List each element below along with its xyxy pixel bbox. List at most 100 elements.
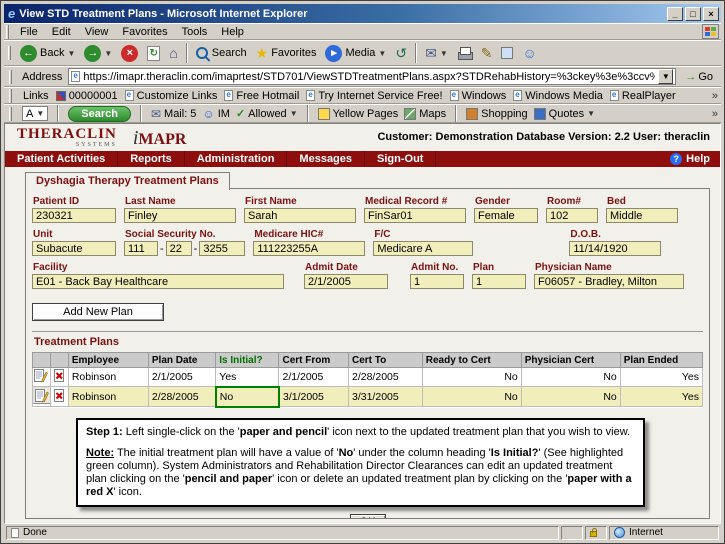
address-input[interactable]: https://imapr.theraclin.com/imaprtest/ST… — [68, 68, 676, 85]
maps-button[interactable]: Maps — [404, 108, 446, 120]
menu-edit[interactable]: Edit — [45, 25, 78, 39]
edit-plan-cell[interactable] — [33, 387, 51, 407]
col-ready-to-cert: Ready to Cert — [422, 353, 521, 368]
discuss-button[interactable] — [497, 45, 517, 61]
companion-overflow-icon[interactable]: » — [712, 108, 718, 120]
shopping-button[interactable]: Shopping — [466, 108, 528, 120]
back-label: Back — [40, 47, 64, 59]
maps-label: Maps — [419, 108, 446, 120]
home-icon: ⌂ — [169, 46, 177, 60]
link-item[interactable]: 00000001 — [56, 90, 118, 102]
links-overflow-icon[interactable]: » — [712, 90, 718, 102]
link-item[interactable]: Windows Media — [513, 90, 603, 102]
col-cert-from: Cert From — [279, 353, 349, 368]
toolbar-grip[interactable] — [9, 107, 12, 121]
address-label: Address — [20, 71, 64, 83]
home-button[interactable]: ⌂ — [165, 44, 181, 62]
col-cert-to: Cert To — [349, 353, 423, 368]
companion-mail-label: Mail: 5 — [164, 108, 196, 120]
field-label: Patient ID — [33, 196, 116, 207]
toolbar-grip[interactable] — [9, 70, 12, 84]
link-item[interactable]: Try Internet Service Free! — [306, 90, 442, 102]
edit-button[interactable]: ✎ — [477, 44, 497, 62]
companion-im-button[interactable]: ☺IM — [202, 108, 230, 120]
back-button[interactable]: ← Back ▼ — [16, 43, 79, 64]
address-url[interactable]: https://imapr.theraclin.com/imaprtest/ST… — [83, 71, 655, 83]
gender-value: Female — [474, 208, 538, 223]
patient-form-row-2: UnitSubacute Social Security No. 111- 22… — [32, 229, 703, 256]
media-dropdown-icon[interactable]: ▼ — [378, 49, 386, 58]
nav-reports[interactable]: Reports — [118, 151, 185, 167]
companion-search-button[interactable]: Search — [68, 106, 131, 122]
restore-button[interactable]: □ — [685, 7, 701, 21]
instruction-note: Note: The initial treatment plan will ha… — [86, 447, 635, 499]
companion-allowed-button[interactable]: ✓Allowed▼ — [236, 107, 298, 120]
search-button[interactable]: Search — [192, 45, 251, 62]
paper-with-red-x-icon[interactable] — [51, 368, 67, 383]
companion-mail-button[interactable]: ✉Mail: 5 — [151, 108, 196, 120]
allowed-dropdown-icon[interactable]: ▼ — [290, 109, 298, 118]
paper-with-red-x-icon[interactable] — [51, 388, 67, 403]
paper-and-pencil-icon[interactable] — [33, 387, 50, 404]
forward-button[interactable]: → ▼ — [80, 43, 116, 64]
delete-plan-cell[interactable] — [50, 368, 68, 387]
tab-treatment-plans[interactable]: Dyshagia Therapy Treatment Plans — [25, 172, 230, 190]
close-button[interactable]: × — [703, 7, 719, 21]
edit-plan-cell[interactable] — [33, 368, 51, 387]
status-empty-pane — [561, 526, 583, 540]
stop-button[interactable]: × — [117, 43, 142, 64]
patient-form-row-1: Patient ID230321 Last NameFinley First N… — [32, 196, 703, 223]
mail-dropdown-icon[interactable]: ▼ — [440, 49, 448, 58]
history-button[interactable]: ↺ — [391, 44, 411, 62]
address-dropdown-icon[interactable]: ▼ — [658, 69, 673, 84]
refresh-button[interactable]: ↻ — [143, 44, 164, 63]
yellow-pages-button[interactable]: Yellow Pages — [318, 108, 399, 120]
font-size-label: A — [26, 108, 33, 120]
add-new-plan-button[interactable]: Add New Plan — [32, 303, 164, 321]
menu-help[interactable]: Help — [214, 25, 251, 39]
paper-and-pencil-icon[interactable] — [33, 368, 49, 383]
quotes-dropdown-icon[interactable]: ▼ — [587, 109, 595, 118]
field-label: Gender — [475, 196, 538, 207]
link-item[interactable]: Free Hotmail — [224, 90, 299, 102]
nav-help[interactable]: ? Help — [670, 153, 720, 165]
field-physician: Physician NameF06057 - Bradley, Milton — [534, 262, 684, 289]
nav-patient-activities[interactable]: Patient Activities — [5, 151, 118, 167]
toolbar-grip[interactable] — [9, 89, 12, 103]
menu-tools[interactable]: Tools — [175, 25, 215, 39]
favorites-button[interactable]: ★ Favorites — [252, 44, 321, 62]
menu-favorites[interactable]: Favorites — [115, 25, 174, 39]
menu-view[interactable]: View — [78, 25, 116, 39]
mail-button[interactable]: ✉ ▼ — [421, 44, 452, 62]
patient-form-row-3: FacilityE01 - Back Bay Healthcare Admit … — [32, 262, 703, 289]
menu-file[interactable]: File — [13, 25, 45, 39]
link-page-icon — [224, 90, 233, 101]
toolbar-grip[interactable] — [8, 46, 11, 60]
forward-dropdown-icon[interactable]: ▼ — [104, 49, 112, 58]
go-button[interactable]: → Go — [680, 70, 718, 84]
minimize-button[interactable]: _ — [667, 7, 683, 21]
link-item[interactable]: RealPlayer — [610, 90, 676, 102]
medical-record-value: FinSar01 — [364, 208, 466, 223]
media-button[interactable]: ▸ Media ▼ — [321, 43, 390, 64]
media-icon: ▸ — [325, 45, 342, 62]
treatment-plans-section: Treatment Plans Employee Plan Date Is In… — [32, 331, 703, 408]
nav-sign-out[interactable]: Sign-Out — [365, 151, 436, 167]
back-dropdown-icon[interactable]: ▼ — [67, 49, 75, 58]
link-item[interactable]: Windows — [450, 90, 507, 102]
ie-throbber-icon — [702, 24, 719, 39]
nav-messages[interactable]: Messages — [287, 151, 365, 167]
link-item[interactable]: Customize Links — [125, 90, 218, 102]
print-button[interactable] — [453, 45, 476, 61]
treatment-plans-body: Robinson2/1/2005Yes2/1/20052/28/2005NoNo… — [33, 368, 703, 407]
messenger-button[interactable]: ☺ — [518, 44, 540, 62]
font-size-button[interactable]: A ▼ — [22, 106, 48, 121]
go-arrow-icon: → — [685, 71, 696, 83]
delete-plan-cell[interactable] — [50, 387, 68, 407]
ok-button[interactable]: OK — [350, 514, 386, 520]
toolbar-separator — [57, 104, 59, 123]
toolbar-grip[interactable] — [6, 25, 9, 39]
font-size-dropdown-icon[interactable]: ▼ — [36, 109, 44, 118]
nav-administration[interactable]: Administration — [185, 151, 288, 167]
quotes-button[interactable]: Quotes▼ — [534, 108, 595, 120]
